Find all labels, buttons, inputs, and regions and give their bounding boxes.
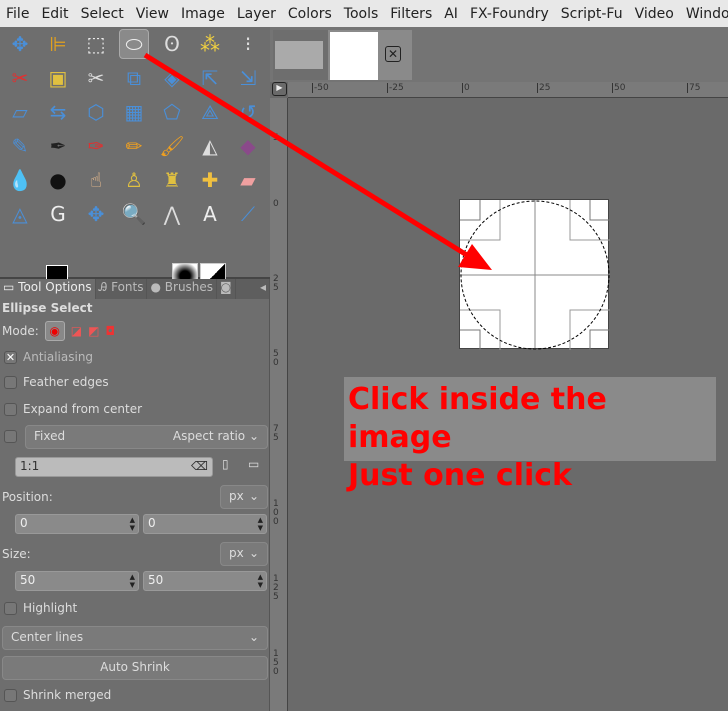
red-arrow bbox=[143, 52, 492, 270]
